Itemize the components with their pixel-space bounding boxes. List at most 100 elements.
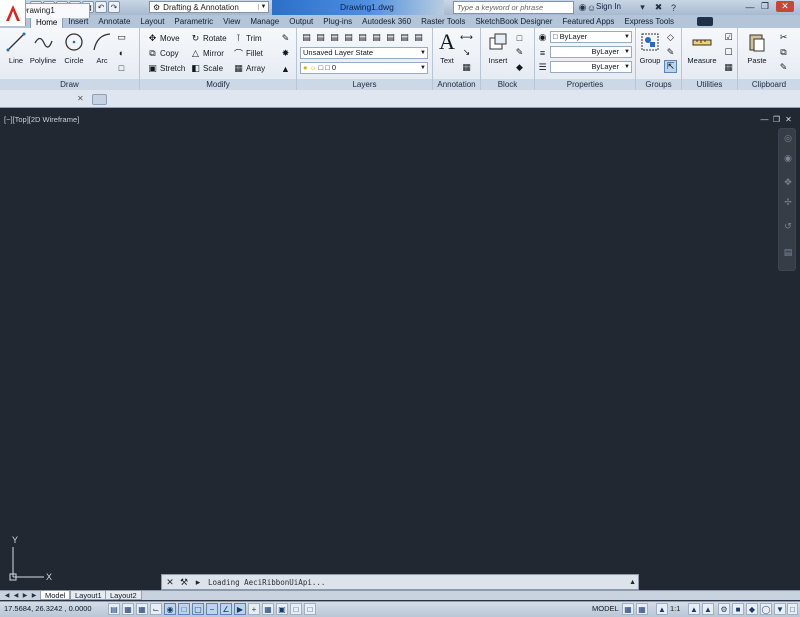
close-tab-icon[interactable]: ✕ xyxy=(77,94,84,103)
search-input[interactable]: Type a keyword or phrase xyxy=(453,1,574,14)
ungroup-tool[interactable]: ◇ xyxy=(665,31,676,44)
cut-tool[interactable]: ✂ xyxy=(778,31,789,44)
calculator-tool[interactable]: ▦ xyxy=(723,61,734,74)
draw-panel-title[interactable]: Draw xyxy=(0,79,139,90)
move-button[interactable]: ✥ Move xyxy=(147,32,180,45)
redo-icon[interactable]: ↷ xyxy=(108,1,120,13)
tab-featured-apps[interactable]: Featured Apps xyxy=(557,15,619,28)
select-all-tool[interactable]: ☐ xyxy=(723,46,734,59)
lock-ui-icon[interactable]: ■ xyxy=(732,603,744,615)
coordinates-readout[interactable]: 17.5684, 26.3242 , 0.0000 xyxy=(4,604,92,613)
annotation-panel-title[interactable]: Annotation xyxy=(433,79,480,90)
quick-view-drawings-icon[interactable]: ▦ xyxy=(636,603,648,615)
wrench-icon[interactable]: ⚒ xyxy=(178,576,190,588)
utilities-panel-title[interactable]: Utilities xyxy=(682,79,737,90)
orbit-icon[interactable]: ↺ xyxy=(783,221,793,231)
annotation-visibility-icon[interactable]: ▲ xyxy=(688,603,700,615)
scale-button[interactable]: ◧ Scale xyxy=(190,62,223,75)
modify-panel-title[interactable]: Modify xyxy=(140,79,296,90)
mirror-button[interactable]: △ Mirror xyxy=(190,47,224,60)
dimension-tool[interactable]: ⟷ xyxy=(460,31,473,44)
auto-scale-icon[interactable]: ▲ xyxy=(702,603,714,615)
annotation-scale-value[interactable]: 1:1 xyxy=(670,604,680,613)
exchange-icon[interactable]: ✖ xyxy=(652,1,665,14)
prev-layout-icon[interactable]: ◀ xyxy=(12,591,20,599)
application-menu-button[interactable] xyxy=(0,0,26,26)
tab-plug-ins[interactable]: Plug-ins xyxy=(318,15,357,28)
undo-icon[interactable]: ↶ xyxy=(95,1,107,13)
next-layout-icon[interactable]: ▶ xyxy=(21,591,29,599)
grid-display-icon[interactable]: ▦ xyxy=(136,603,148,615)
lineweight-tool[interactable]: ≡ xyxy=(537,46,548,59)
quick-view-layouts-icon[interactable]: ▦ xyxy=(622,603,634,615)
layer-previous-icon[interactable]: ▤ xyxy=(413,32,424,43)
dynamic-input-icon[interactable]: ▶ xyxy=(234,603,246,615)
erase-tool[interactable]: ✎ xyxy=(280,32,291,45)
clean-screen-icon[interactable]: □ xyxy=(787,603,798,615)
command-line[interactable]: ✕ ⚒ ▸ Loading AeciRibbonUiApi... ▲ xyxy=(161,574,639,590)
maximize-icon[interactable]: ❐ xyxy=(759,1,771,12)
isolate-objects-icon[interactable]: ◯ xyxy=(760,603,772,615)
sign-in-link[interactable]: Sign In xyxy=(596,2,621,11)
object-snap-tracking-icon[interactable]: − xyxy=(206,603,218,615)
copy-button[interactable]: ⧉ Copy xyxy=(147,47,178,60)
layer-properties-icon[interactable]: ▤ xyxy=(301,32,312,43)
polyline-button[interactable]: Polyline xyxy=(28,30,58,65)
measure-button[interactable]: Measure xyxy=(685,30,719,65)
viewport-minimize-icon[interactable]: — xyxy=(760,115,769,124)
copy-clip-tool[interactable]: ⧉ xyxy=(778,46,789,59)
arc-button[interactable]: Arc xyxy=(88,30,116,65)
infer-constraints-icon[interactable]: ▤ xyxy=(108,603,120,615)
tab-view[interactable]: View xyxy=(218,15,245,28)
view-cube-icon[interactable]: ◉ xyxy=(783,153,793,163)
group-button[interactable]: Group xyxy=(637,30,663,65)
edit-attributes-tool[interactable]: ◆ xyxy=(514,61,525,74)
close-icon[interactable]: ✕ xyxy=(776,1,794,12)
list-tool[interactable]: ☰ xyxy=(537,61,548,74)
new-tab-button[interactable] xyxy=(92,94,107,105)
layer-state-icon[interactable]: ▤ xyxy=(315,32,326,43)
hatch-tool[interactable]: ◐ xyxy=(116,46,127,59)
groups-panel-title[interactable]: Groups xyxy=(636,79,681,90)
layer-freeze-icon[interactable]: ▤ xyxy=(357,32,368,43)
dynamic-ucs-icon[interactable]: ∠ xyxy=(220,603,232,615)
annotation-scale-icon[interactable]: ▲ xyxy=(656,603,668,615)
quick-properties-icon[interactable]: ▣ xyxy=(276,603,288,615)
offset-tool[interactable]: ▲ xyxy=(280,62,291,75)
pan-icon[interactable]: ✥ xyxy=(783,177,793,187)
layer-state-dropdown[interactable]: Unsaved Layer State ▼ xyxy=(300,47,428,59)
snap-mode-icon[interactable]: ▦ xyxy=(122,603,134,615)
fillet-button[interactable]: ⌒ Fillet xyxy=(233,47,263,60)
last-layout-icon[interactable]: ▶ xyxy=(30,591,38,599)
selection-cycling-icon[interactable]: □ xyxy=(290,603,302,615)
tab-parametric[interactable]: Parametric xyxy=(169,15,218,28)
viewport-close-icon[interactable]: ✕ xyxy=(784,115,793,124)
object-snap-icon[interactable]: □ xyxy=(178,603,190,615)
zoom-extents-icon[interactable]: ✢ xyxy=(783,197,793,207)
tab-express-tools[interactable]: Express Tools xyxy=(619,15,679,28)
layer-isolate-icon[interactable]: ▤ xyxy=(329,32,340,43)
workspace-switcher[interactable]: ⚙ Drafting & Annotation ▼ xyxy=(149,1,269,13)
workspace-switching-icon[interactable]: ⚙ xyxy=(718,603,730,615)
table-tool[interactable]: ▦ xyxy=(461,61,472,74)
properties-panel-title[interactable]: Properties xyxy=(535,79,635,90)
dropdown-arrow-icon[interactable]: ▾ xyxy=(636,1,649,14)
layer-off-icon[interactable]: ▤ xyxy=(343,32,354,43)
layout-tab-layout2[interactable]: Layout2 xyxy=(105,591,142,600)
tab-manage[interactable]: Manage xyxy=(245,15,284,28)
drawing-canvas[interactable] xyxy=(0,108,800,590)
clipboard-panel-title[interactable]: Clipboard xyxy=(738,79,800,90)
linetype-dropdown[interactable]: ByLayer ▼ xyxy=(550,46,632,58)
tab-annotate[interactable]: Annotate xyxy=(93,15,135,28)
showmotion-icon[interactable]: ▤ xyxy=(783,247,793,257)
create-block-tool[interactable]: □ xyxy=(514,31,525,44)
color-dropdown[interactable]: □ ByLayer ▼ xyxy=(550,31,632,43)
tab-layout[interactable]: Layout xyxy=(135,15,169,28)
layer-lock-icon[interactable]: ▤ xyxy=(371,32,382,43)
steering-wheel-icon[interactable]: ◎ xyxy=(783,133,793,143)
trim-button[interactable]: ⊺ Trim xyxy=(233,32,262,45)
match-tool[interactable]: ✎ xyxy=(778,61,789,74)
stretch-button[interactable]: ▣ Stretch xyxy=(147,62,185,75)
ribbon-minimize-toggle[interactable] xyxy=(697,17,714,26)
viewport-controls[interactable]: [−][Top][2D Wireframe] xyxy=(4,115,79,124)
